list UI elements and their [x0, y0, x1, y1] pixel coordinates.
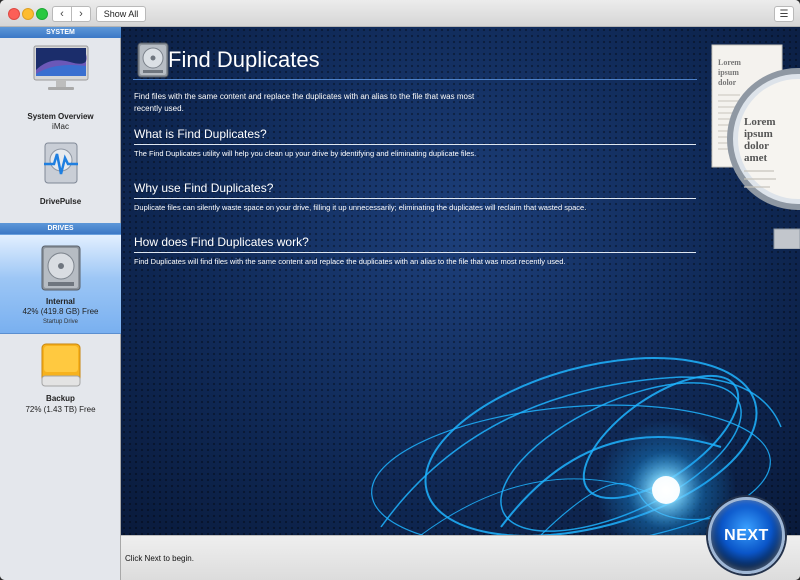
section-heading: Why use Find Duplicates? [134, 181, 274, 195]
forward-button[interactable]: › [71, 6, 91, 22]
find-duplicates-icon [137, 42, 169, 78]
section-heading: What is Find Duplicates? [134, 127, 267, 141]
list-view-button[interactable]: ☰ [774, 6, 794, 22]
sidebar-header-system: SYSTEM [0, 27, 121, 38]
zoom-window-button[interactable] [36, 8, 48, 20]
list-icon: ☰ [779, 8, 789, 20]
next-button-label: NEXT [724, 526, 769, 544]
minimize-window-button[interactable] [22, 8, 34, 20]
sidebar-item-label: Internal [46, 297, 75, 306]
section-heading: How does Find Duplicates work? [134, 235, 309, 249]
sidebar: SYSTEM System Overview iMac DrivePulse D… [0, 27, 121, 580]
intro-text: Find files with the same content and rep… [134, 92, 475, 113]
sidebar-item-label: System Overview [27, 112, 94, 121]
show-all-button[interactable]: Show All [96, 6, 146, 22]
next-button[interactable]: NEXT [708, 497, 785, 574]
sidebar-item-label: DrivePulse [39, 197, 82, 206]
drivepulse-icon [44, 142, 78, 184]
art-text: amet [744, 152, 768, 164]
status-message: Click Next to begin. [125, 554, 194, 563]
chevron-left-icon: ‹ [60, 8, 64, 20]
chevron-right-icon: › [79, 8, 83, 20]
page-title: Find Duplicates [168, 47, 320, 72]
section-text: Duplicate files can silently waste space… [134, 203, 587, 212]
title-bar: ‹ › Show All ☰ [0, 0, 800, 27]
bottom-bar: Click Next to begin. [121, 535, 800, 580]
app-window: ‹ › Show All ☰ SYSTEM System Overview iM… [0, 0, 800, 580]
art-text: ipsum [744, 128, 773, 140]
section-text: Find Duplicates will find files with the… [134, 257, 566, 266]
close-window-button[interactable] [8, 8, 20, 20]
sidebar-item-internal[interactable]: Internal 42% (419.8 GB) Free Startup Dri… [0, 234, 121, 334]
external-drive-icon [41, 343, 81, 387]
sidebar-header-drives: DRIVES [0, 223, 121, 234]
sidebar-item-tiny: Startup Drive [42, 319, 78, 325]
art-text: Lorem [744, 116, 776, 128]
imac-icon [33, 45, 89, 90]
back-button[interactable]: ‹ [52, 6, 72, 22]
art-text: ipsum [718, 68, 739, 77]
sidebar-item-label: Backup [46, 394, 75, 403]
art-text: dolor [718, 78, 737, 87]
main-panel: Lorem ipsum dolor Lorem ipsum dolor amet [121, 27, 800, 535]
section-divider [134, 252, 696, 253]
art-text: dolor [744, 140, 769, 152]
section-divider [134, 144, 696, 145]
sidebar-item-sub: 72% (1.43 TB) Free [25, 405, 96, 414]
section-text: The Find Duplicates utility will help yo… [134, 149, 477, 158]
sidebar-item-backup[interactable]: Backup 72% (1.43 TB) Free [0, 334, 121, 426]
magnifier-document-graphic: Lorem ipsum dolor Lorem ipsum dolor amet [711, 44, 800, 249]
hard-drive-icon [41, 245, 81, 291]
sidebar-item-system-overview[interactable]: System Overview iMac [0, 38, 121, 131]
art-text: Lorem [718, 58, 741, 67]
title-divider [133, 79, 697, 80]
section-divider [134, 198, 696, 199]
sidebar-item-sub: 42% (419.8 GB) Free [22, 307, 99, 316]
sidebar-item-drivepulse[interactable]: DrivePulse [0, 130, 121, 218]
